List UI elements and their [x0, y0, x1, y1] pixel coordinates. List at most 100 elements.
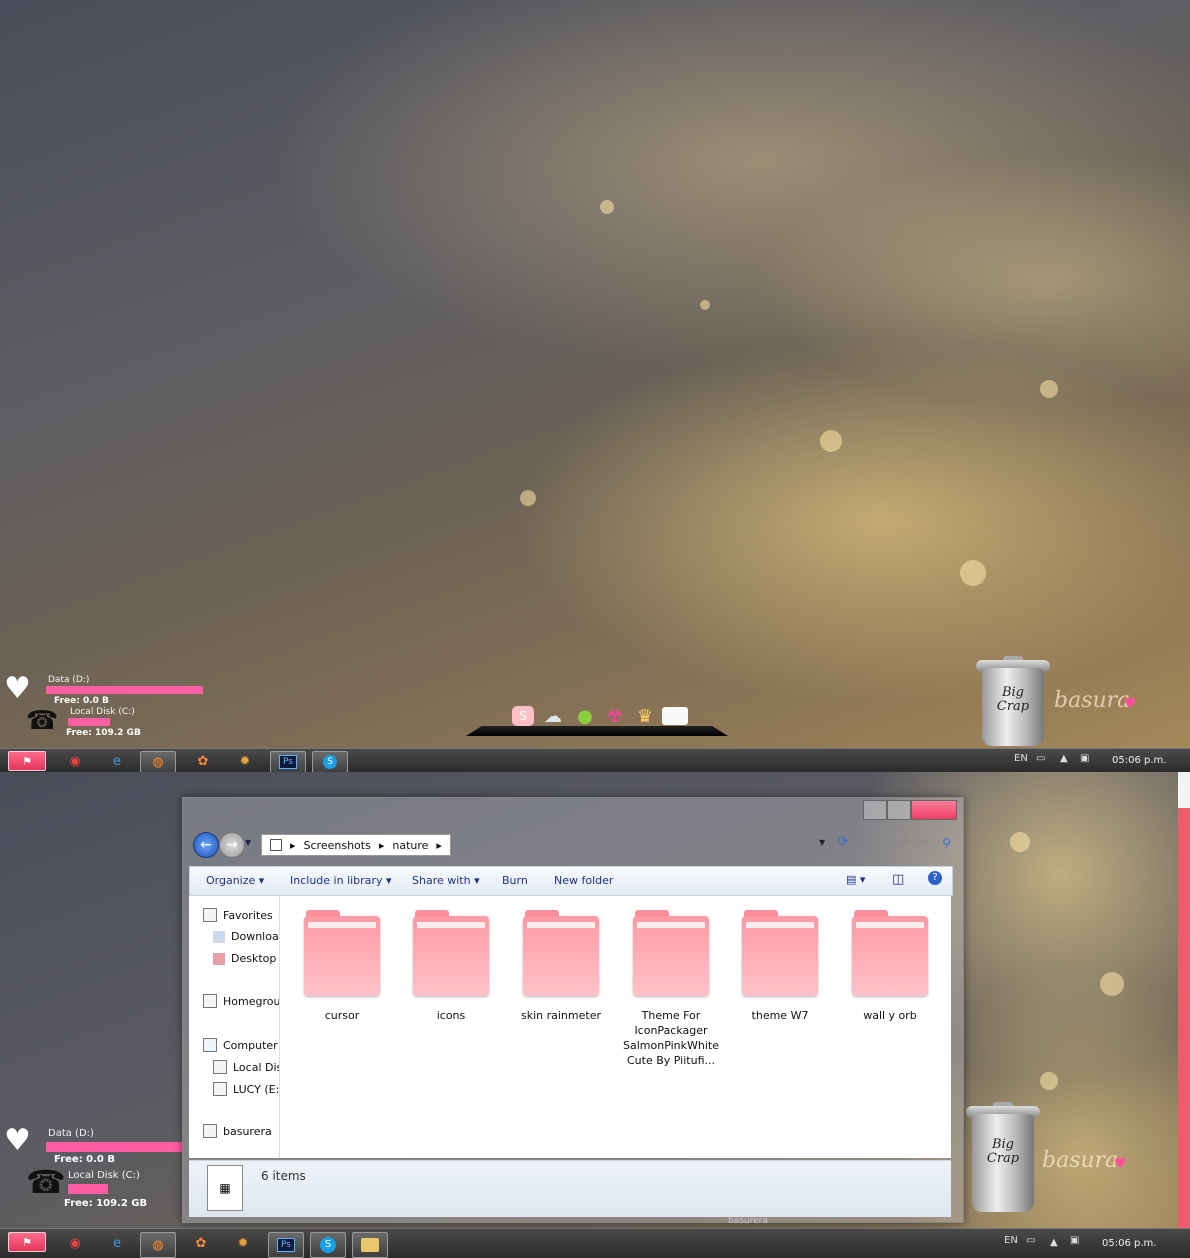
recycle-bin[interactable]: Big Crap — [966, 1102, 1040, 1212]
downloads-icon — [213, 930, 225, 943]
network-icon[interactable]: ▣ — [1070, 1235, 1079, 1246]
minimize-button[interactable] — [863, 800, 887, 820]
wallpaper-sparkle — [600, 200, 614, 214]
photoshop-button[interactable]: Ps — [270, 751, 306, 772]
keyboard-icon[interactable]: ▭ — [1026, 1235, 1035, 1246]
nav-local-disk[interactable]: Local Dis — [213, 1060, 279, 1074]
heart-icon: ♥ — [4, 1123, 31, 1158]
dock: S ☁ ● ☢ ♛ — [466, 700, 728, 736]
drive-d-label: Data (D:) — [48, 1128, 94, 1139]
language-indicator[interactable]: EN — [1004, 1235, 1018, 1246]
skype-icon: S — [323, 755, 337, 769]
close-button[interactable] — [911, 800, 957, 820]
back-arrow-icon: ← — [200, 837, 212, 853]
window-controls — [863, 800, 957, 820]
organize-button[interactable]: Organize ▾ — [206, 874, 264, 887]
search-box[interactable]: earch nat... ⚲ — [831, 834, 951, 852]
nav-desktop[interactable]: Desktop — [213, 952, 276, 965]
clock[interactable]: 05:06 p.m. — [1112, 755, 1166, 766]
paw-icon[interactable]: ✿ — [184, 1233, 218, 1253]
desktop-top: ♥ Data (D:) Free: 0.0 B ☎ Local Disk (C:… — [0, 0, 1190, 772]
nav-lucy-drive[interactable]: LUCY (E: — [213, 1082, 279, 1096]
rainmeter-drives-widget: ♥ Data (D:) Free: 0.0 B ☎ Local Disk (C:… — [0, 672, 230, 742]
gear-icon[interactable]: ✹ — [226, 1233, 260, 1253]
mail-icon[interactable] — [662, 704, 688, 728]
photoshop-icon: Ps — [277, 1238, 295, 1252]
telephone-icon: ☎ — [26, 1163, 66, 1201]
clock[interactable]: 05:06 p.m. — [1102, 1238, 1156, 1249]
taskbar: ⚑ ◉ e ◍ ✿ ✹ Ps S EN ▭ ▲ ▣ 05:06 p.m. — [0, 1228, 1190, 1258]
firefox-icon[interactable]: ◍ — [140, 751, 176, 772]
folder-preview-icon: ▦ — [207, 1165, 243, 1211]
include-in-library-button[interactable]: Include in library ▾ — [290, 874, 391, 887]
chrome-icon[interactable]: ◉ — [58, 751, 92, 771]
start-button[interactable]: ⚑ — [8, 1232, 46, 1252]
recycle-bin-label[interactable]: basura — [1042, 1148, 1118, 1173]
frog-icon[interactable]: ● — [572, 704, 598, 728]
chrome-icon[interactable]: ◉ — [58, 1233, 92, 1253]
drive-c-usage-bar — [68, 1184, 108, 1194]
breadcrumb-separator-icon: ▸ — [378, 838, 385, 852]
ie-icon[interactable]: e — [100, 751, 134, 771]
forward-arrow-icon: → — [226, 837, 238, 853]
photoshop-button[interactable]: Ps — [268, 1232, 304, 1258]
change-view-icon[interactable]: ▤ ▾ — [846, 873, 865, 886]
breadcrumb[interactable]: ▸ Screenshots ▸ nature ▸ — [261, 834, 451, 856]
bin-text: Big Crap — [996, 685, 1030, 714]
maximize-button[interactable] — [887, 800, 911, 820]
show-hidden-icons-icon[interactable]: ▲ — [1050, 1237, 1058, 1248]
share-with-button[interactable]: Share with ▾ — [412, 874, 480, 887]
wallpaper-sparkle — [1040, 1072, 1058, 1090]
help-icon[interactable]: ? — [928, 871, 942, 885]
folder-icon — [203, 1124, 217, 1138]
wallpaper-sparkle — [820, 430, 842, 452]
drive-c-usage-bar — [68, 718, 110, 726]
photoshop-icon: Ps — [279, 755, 297, 769]
forward-button[interactable]: → — [219, 832, 245, 858]
start-button[interactable]: ⚑ — [8, 751, 46, 771]
star-icon — [203, 908, 217, 922]
skype-button[interactable]: S — [312, 751, 348, 772]
drive-d-usage-bar — [46, 1142, 183, 1152]
show-hidden-icons-icon[interactable]: ▲ — [1060, 753, 1068, 764]
nav-computer[interactable]: Computer — [203, 1038, 278, 1052]
wallpaper-sparkle — [1010, 832, 1030, 852]
explorer-taskbar-button[interactable] — [352, 1232, 388, 1258]
recent-pages-chevron-icon[interactable]: ▼ — [245, 838, 251, 847]
radioactive-icon[interactable]: ☢ — [602, 704, 628, 728]
skype-icon[interactable]: S — [510, 704, 536, 728]
breadcrumb-item[interactable]: Screenshots — [304, 839, 371, 852]
nav-basurera[interactable]: basurera — [203, 1124, 272, 1138]
folder-name: icons — [436, 1009, 466, 1022]
cupcake-icon[interactable]: ♛ — [632, 704, 658, 728]
wallpaper-sparkle — [1100, 972, 1124, 996]
language-indicator[interactable]: EN — [1014, 753, 1028, 764]
explorer-window[interactable]: ← → ▼ ▸ Screenshots ▸ nature ▸ ▼ ⟳ earch… — [182, 797, 964, 1223]
firefox-icon[interactable]: ◍ — [140, 1232, 176, 1258]
burn-button[interactable]: Burn — [502, 874, 528, 887]
network-icon[interactable]: ▣ — [1080, 753, 1089, 764]
window-caption: basurera — [728, 1216, 768, 1226]
recycle-bin-label[interactable]: basura — [1054, 688, 1130, 713]
heart-icon: ♥ — [1114, 1156, 1127, 1172]
nav-homegroup[interactable]: Homegrou — [203, 994, 279, 1008]
keyboard-icon[interactable]: ▭ — [1036, 753, 1045, 764]
nav-downloads[interactable]: Downloa — [213, 930, 279, 943]
gear-icon[interactable]: ✹ — [228, 751, 262, 771]
new-folder-button[interactable]: New folder — [554, 874, 613, 887]
ie-icon[interactable]: e — [100, 1233, 134, 1253]
paw-icon[interactable]: ✿ — [186, 751, 220, 771]
back-button[interactable]: ← — [193, 832, 219, 858]
search-icon: ⚲ — [942, 836, 951, 850]
skype-button[interactable]: S — [310, 1232, 346, 1258]
drive-icon — [213, 1082, 227, 1096]
folder-name: skin rainmeter — [520, 1009, 601, 1022]
preview-pane-icon[interactable]: ◫ — [892, 872, 904, 887]
details-pane: ▦ 6 items — [189, 1160, 951, 1217]
cloud-icon[interactable]: ☁ — [540, 704, 566, 728]
recycle-bin[interactable]: Big Crap — [976, 656, 1050, 746]
address-dropdown-icon[interactable]: ▼ — [819, 838, 825, 847]
breadcrumb-item[interactable]: nature — [392, 839, 428, 852]
wallpaper-edge — [1178, 772, 1190, 808]
nav-favorites[interactable]: Favorites — [203, 908, 273, 922]
